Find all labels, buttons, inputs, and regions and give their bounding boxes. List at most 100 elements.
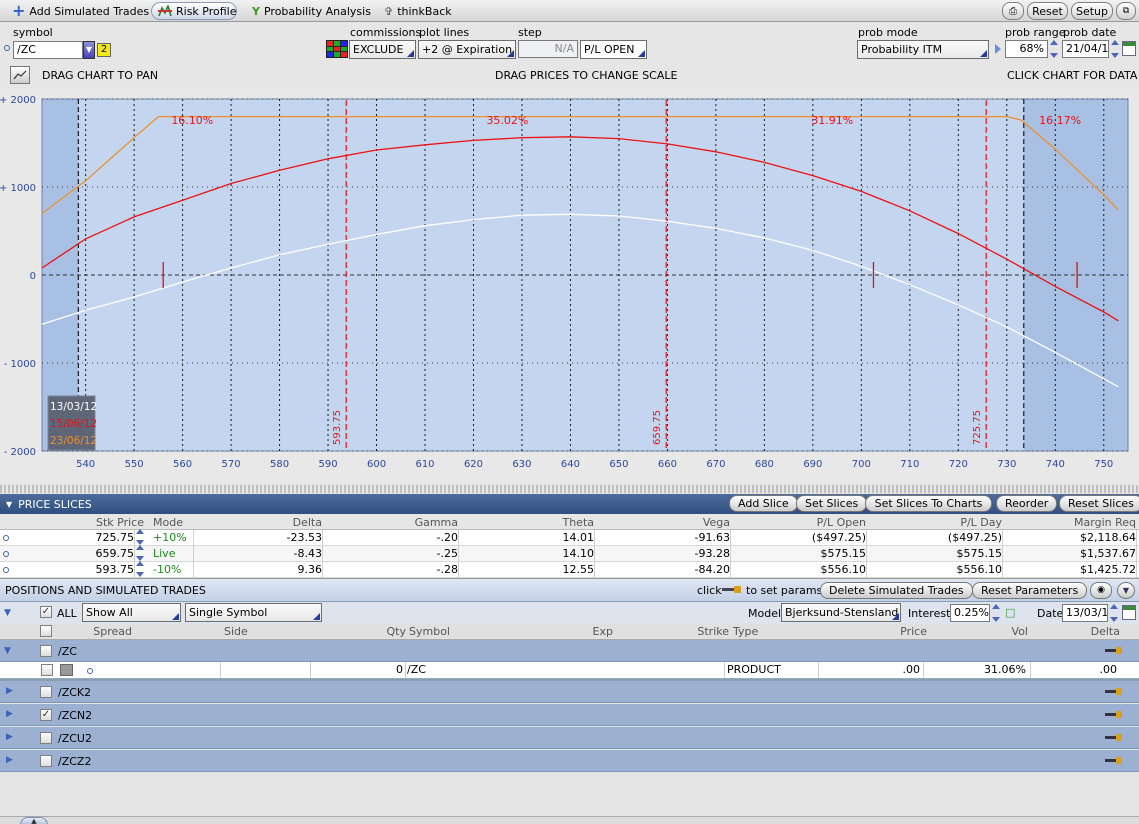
all-checkbox[interactable]: ✓ [40, 606, 52, 618]
wrench-icon[interactable] [1105, 647, 1123, 655]
reset-parameters-button[interactable]: Reset Parameters [972, 582, 1088, 599]
reset-button[interactable]: Reset [1027, 2, 1068, 20]
interest-input[interactable]: 0.25% [950, 604, 990, 622]
group-row[interactable]: ▶ /ZCZ2 [0, 750, 1139, 772]
collapse-icon[interactable]: ▼ [6, 500, 12, 509]
slice-row[interactable]: 725.75 +10% -23.53 -.20 14.01 -91.63 ($497.25)… [0, 529, 1139, 546]
positions-columns: Spread Side Qty Symbol Exp Strike Type P… [0, 624, 1139, 640]
plot-lines-dropdown[interactable]: +2 @ Expiration [418, 40, 516, 59]
wrench-icon[interactable] [1105, 757, 1123, 765]
row-link-icon[interactable] [87, 668, 93, 674]
add-simulated-trades-button[interactable]: + Add Simulated Trades [6, 2, 155, 20]
group-name: /ZCN2 [58, 709, 93, 722]
wrench-icon[interactable] [1105, 688, 1123, 696]
prob-mode-dropdown[interactable]: Probability ITM [857, 40, 989, 59]
splitter[interactable] [0, 485, 1139, 493]
col-delta: Delta [292, 516, 322, 529]
slice-link-icon[interactable] [3, 551, 9, 557]
price-slices-header-row: Stk Price Mode Delta Gamma Theta Vega P/… [0, 514, 1139, 530]
tab-risk-profile[interactable]: Risk Profile [151, 2, 237, 20]
expand-panel-button[interactable]: ▲ [20, 817, 48, 824]
slice-row[interactable]: 659.75 Live -8.43 -.25 14.10 -93.28 $575.15 $57… [0, 545, 1139, 562]
slice-price-stepper[interactable] [135, 529, 145, 545]
group-checkbox[interactable] [40, 645, 52, 657]
color-grid-icon[interactable] [326, 40, 348, 58]
expand-icon[interactable]: ▶ [6, 755, 13, 765]
row-vol[interactable]: 31.06% [935, 662, 1026, 678]
slice-delta: -23.53 [286, 531, 322, 544]
slice-gamma: -.28 [436, 563, 458, 576]
row-qty[interactable]: 0 [310, 662, 403, 678]
date-stepper[interactable] [1109, 604, 1119, 622]
header-checkbox[interactable] [40, 625, 52, 637]
position-row-zc[interactable]: 0 /ZC PRODUCT .00 31.06% .00 [0, 662, 1139, 679]
prob-range-input[interactable]: 68% [1005, 40, 1048, 58]
date-calendar-icon[interactable] [1122, 605, 1136, 620]
setup-button[interactable]: Setup [1071, 2, 1113, 20]
probability-icon: Y [252, 4, 260, 18]
slice-link-icon[interactable] [3, 535, 9, 541]
tab-thinkback[interactable]: ✞ thinkBack [378, 2, 458, 20]
prob-range-stepper[interactable] [1049, 40, 1059, 58]
single-symbol-dropdown[interactable]: Single Symbol [185, 603, 322, 622]
prob-date-input[interactable]: 21/04/12 [1062, 40, 1109, 58]
step-input[interactable]: N/A [518, 40, 578, 58]
set-slices-to-charts-button[interactable]: Set Slices To Charts [865, 495, 992, 512]
chart-style-button[interactable] [10, 66, 30, 84]
prob-date-stepper[interactable] [1110, 40, 1120, 58]
col-vol: Vol [1011, 625, 1028, 638]
slice-price-stepper[interactable] [135, 561, 145, 577]
group-checkbox[interactable] [40, 732, 52, 744]
to-set-params-text: to set params [746, 584, 823, 597]
collapse-all-button[interactable]: ▼ [1117, 582, 1135, 599]
tab-probability-analysis[interactable]: Y Probability Analysis [246, 2, 377, 20]
lock-icon[interactable]: □ [1005, 606, 1015, 619]
expand-all-icon[interactable]: ▼ [4, 608, 11, 618]
risk-profile-chart[interactable]: 540 550 560 570 580 590 600 610 620 630 640 650 660 6… [0, 88, 1139, 485]
prob-arrow-icon[interactable] [995, 44, 1001, 54]
group-row[interactable]: ▶ ✓ /ZCN2 [0, 704, 1139, 726]
show-all-dropdown[interactable]: Show All [82, 603, 181, 622]
date-input[interactable]: 13/03/12 [1062, 604, 1108, 622]
symbol-input[interactable]: /ZC [13, 41, 83, 59]
calendar-icon[interactable] [1122, 41, 1136, 56]
expand-icon[interactable]: ▶ [6, 732, 13, 742]
slice-plday: ($497.25) [947, 531, 1002, 544]
detach-button[interactable]: ⧉ [1116, 2, 1136, 20]
expand-icon[interactable]: ▼ [4, 646, 11, 656]
group-row[interactable]: ▶ /ZCK2 [0, 681, 1139, 703]
group-zc[interactable]: ▼ /ZC [0, 640, 1139, 662]
pl-mode-dropdown[interactable]: P/L OPEN [580, 40, 647, 59]
camera-button[interactable]: ◉ [1090, 582, 1112, 599]
print-button[interactable]: ⎙ [1002, 2, 1024, 20]
chart-svg[interactable]: 540 550 560 570 580 590 600 610 620 630 640 650 660 6… [0, 88, 1139, 485]
commissions-dropdown[interactable]: EXCLUDE [349, 40, 416, 59]
expand-icon[interactable]: ▶ [6, 709, 13, 719]
model-dropdown[interactable]: Bjerksund-Stensland [781, 603, 901, 622]
slice-link-icon[interactable] [3, 567, 9, 573]
wrench-icon[interactable] [1105, 711, 1123, 719]
row-price[interactable]: .00 [822, 662, 921, 678]
symbol-dropdown-button[interactable]: ▼ [83, 41, 95, 59]
group-row[interactable]: ▶ /ZCU2 [0, 727, 1139, 749]
expand-icon[interactable]: ▶ [6, 686, 13, 696]
wrench-icon[interactable] [1105, 734, 1123, 742]
slice-price[interactable]: 725.75 [20, 530, 135, 546]
slice-price[interactable]: 593.75 [20, 562, 135, 578]
slice-row[interactable]: 593.75 -10% 9.36 -.28 12.55 -84.20 $556.10 $556… [0, 561, 1139, 578]
prob-mode-label: prob mode [858, 26, 918, 39]
reorder-button[interactable]: Reorder [996, 495, 1058, 512]
symbol-link-icon[interactable] [4, 45, 10, 51]
slice-price[interactable]: 659.75 [20, 546, 135, 562]
x-tick-label: 590 [318, 459, 337, 470]
group-checkbox[interactable] [40, 686, 52, 698]
row-checkbox[interactable] [41, 664, 53, 676]
slice-price-stepper[interactable] [135, 545, 145, 561]
reset-slices-button[interactable]: Reset Slices [1059, 495, 1139, 512]
interest-stepper[interactable] [991, 604, 1001, 622]
group-checkbox[interactable]: ✓ [40, 709, 52, 721]
group-checkbox[interactable] [40, 755, 52, 767]
set-slices-button[interactable]: Set Slices [796, 495, 868, 512]
add-slice-button[interactable]: Add Slice [729, 495, 798, 512]
delete-simulated-trades-button[interactable]: Delete Simulated Trades [820, 582, 973, 599]
